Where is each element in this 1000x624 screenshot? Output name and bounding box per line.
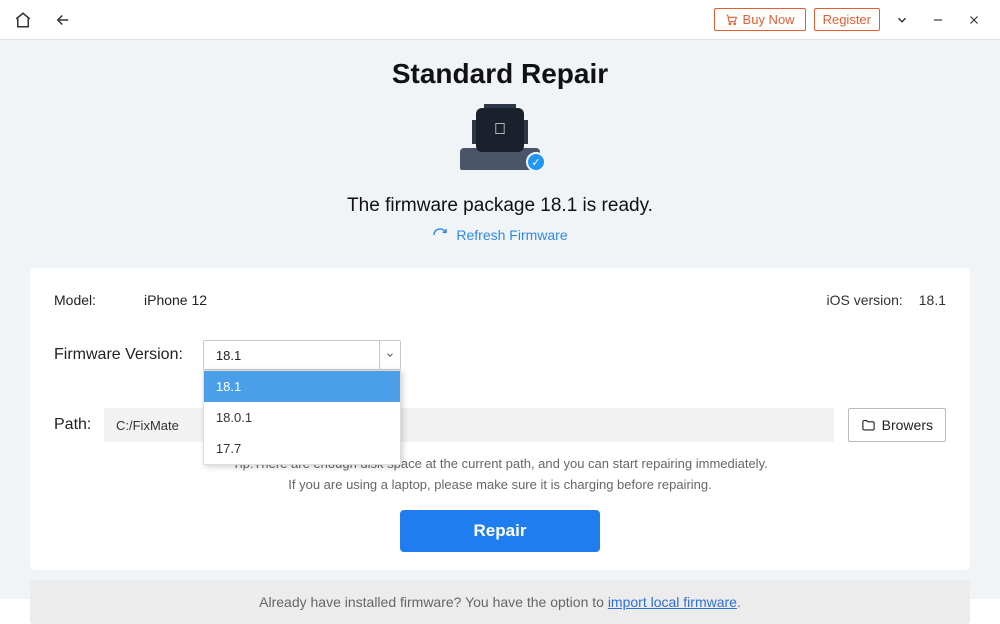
hero:  ✓ The firmware package 18.1 is ready. …: [0, 108, 1000, 248]
model-row: Model: iPhone 12 iOS version: 18.1: [54, 292, 946, 308]
back-icon[interactable]: [52, 9, 74, 31]
page-body: Standard Repair  ✓ The firmware package…: [0, 40, 1000, 599]
firmware-option[interactable]: 17.7: [204, 433, 400, 464]
firmware-version-dropdown: 18.1 18.0.1 17.7: [203, 370, 401, 465]
firmware-version-selected[interactable]: 18.1: [203, 340, 401, 370]
tip-line-1: Tip:There are enough disk space at the c…: [54, 454, 946, 475]
check-badge-icon: ✓: [526, 152, 546, 172]
firmware-ready-text: The firmware package 18.1 is ready.: [0, 195, 1000, 217]
page-title: Standard Repair: [0, 40, 1000, 90]
model-value: iPhone 12: [144, 292, 207, 308]
titlebar-right: Buy Now Register: [714, 6, 988, 34]
refresh-firmware-link[interactable]: Refresh Firmware: [432, 227, 567, 243]
ios-version-value: 18.1: [919, 292, 946, 308]
footer-bar: Already have installed firmware? You hav…: [30, 580, 970, 624]
buy-now-label: Buy Now: [743, 12, 795, 27]
firmware-version-row: Firmware Version: 18.1 18.1 18.0.1 17.7: [54, 340, 946, 370]
titlebar: Buy Now Register: [0, 0, 1000, 40]
import-local-firmware-link[interactable]: import local firmware: [608, 594, 737, 610]
titlebar-left: [12, 9, 74, 31]
cart-icon: [725, 13, 738, 26]
close-button[interactable]: [960, 6, 988, 34]
folder-icon: [861, 418, 876, 433]
home-icon[interactable]: [12, 9, 34, 31]
firmware-version-select[interactable]: 18.1 18.1 18.0.1 17.7: [203, 340, 401, 370]
repair-button[interactable]: Repair: [400, 510, 600, 552]
apple-logo-icon: : [494, 121, 506, 139]
tip-text: Tip:There are enough disk space at the c…: [54, 454, 946, 496]
model-label: Model:: [54, 292, 114, 308]
path-label: Path:: [54, 416, 104, 434]
firmware-option[interactable]: 18.1: [204, 371, 400, 402]
footer-text: Already have installed firmware? You hav…: [259, 594, 608, 610]
buy-now-button[interactable]: Buy Now: [714, 8, 806, 31]
chip-icon:  ✓: [460, 108, 540, 170]
firmware-option[interactable]: 18.0.1: [204, 402, 400, 433]
ios-version-label: iOS version:: [827, 292, 903, 308]
path-row: Path: Browers: [54, 408, 946, 442]
refresh-firmware-label: Refresh Firmware: [456, 227, 567, 243]
chevron-down-icon[interactable]: [888, 6, 916, 34]
minimize-button[interactable]: [924, 6, 952, 34]
firmware-card: Model: iPhone 12 iOS version: 18.1 Firmw…: [30, 268, 970, 570]
register-button[interactable]: Register: [814, 8, 880, 31]
browse-button[interactable]: Browers: [848, 408, 946, 442]
footer-period: .: [737, 594, 741, 610]
refresh-icon: [432, 227, 448, 243]
firmware-version-label: Firmware Version:: [54, 346, 183, 364]
browse-label: Browers: [882, 417, 933, 433]
tip-line-2: If you are using a laptop, please make s…: [54, 475, 946, 496]
